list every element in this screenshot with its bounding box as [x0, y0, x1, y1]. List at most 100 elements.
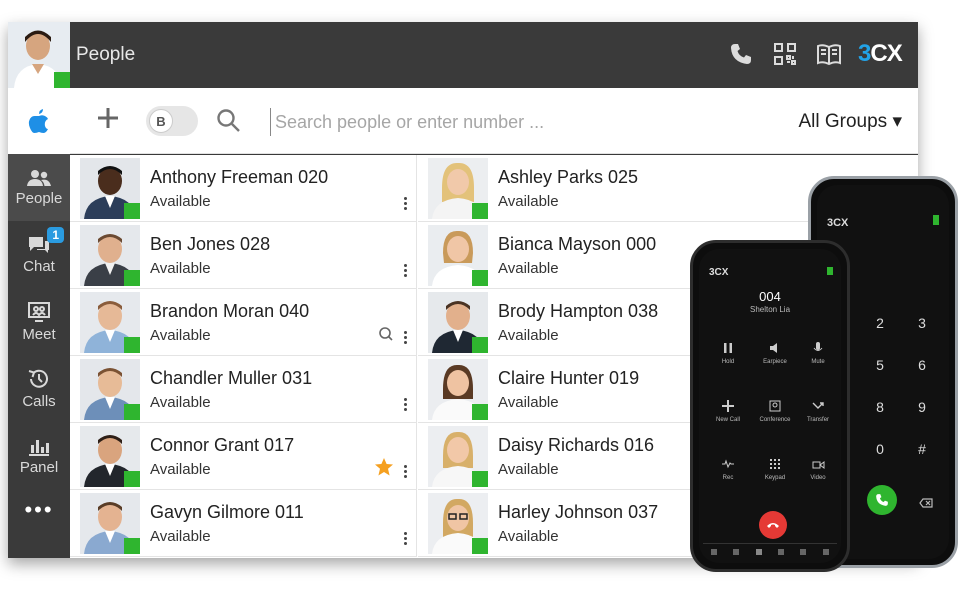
contact-avatar: [80, 158, 140, 219]
dial-key[interactable]: 0: [867, 441, 893, 457]
dial-key[interactable]: 6: [909, 357, 935, 373]
contact-row[interactable]: Brandon Moran 040 Available: [70, 289, 417, 356]
presence-indicator: [124, 471, 140, 487]
contact-status: Available: [150, 461, 211, 478]
presence-indicator: [933, 215, 939, 225]
user-avatar[interactable]: [8, 22, 70, 88]
sidebar-item-label: People: [15, 189, 63, 207]
plus-icon: [98, 108, 118, 128]
contact-status: Available: [150, 394, 211, 411]
phone-brand: 3CX: [709, 267, 729, 278]
presence-indicator: [472, 270, 488, 286]
search-icon[interactable]: [216, 108, 242, 139]
contact-avatar: [80, 426, 140, 487]
contact-status: Available: [498, 394, 559, 411]
presence-indicator: [124, 203, 140, 219]
dial-key[interactable]: 5: [867, 357, 893, 373]
more-options-icon[interactable]: [402, 396, 408, 414]
toolbar: B All Groups ▾: [70, 88, 918, 154]
contact-row[interactable]: Connor Grant 017 Available: [70, 423, 417, 490]
new-call-button[interactable]: New Call: [713, 399, 743, 423]
sidebar-item-calls[interactable]: Calls: [8, 355, 70, 422]
dial-key[interactable]: 9: [909, 399, 935, 415]
contact-avatar: [80, 292, 140, 353]
contact-status: Available: [498, 461, 559, 478]
contact-row[interactable]: Chandler Muller 031 Available: [70, 356, 417, 423]
dial-key[interactable]: 8: [867, 399, 893, 415]
sidebar-item-label: Calls: [22, 392, 56, 410]
tab-icon[interactable]: [800, 548, 807, 555]
toggle-knob: B: [149, 109, 173, 133]
presence-indicator: [124, 337, 140, 353]
more-options-icon[interactable]: [402, 195, 408, 213]
contact-status: Available: [150, 528, 211, 545]
more-options-icon[interactable]: [402, 463, 408, 481]
presence-indicator: [472, 203, 488, 219]
favorite-star-icon[interactable]: [374, 457, 394, 482]
answer-call-button[interactable]: [867, 485, 897, 515]
search-icon[interactable]: [378, 326, 394, 347]
contact-name: Ashley Parks 025: [498, 167, 639, 187]
more-options-icon[interactable]: [402, 530, 408, 548]
contact-avatar: [428, 225, 488, 286]
tab-icon[interactable]: [733, 548, 740, 555]
contact-row[interactable]: Gavyn Gilmore 011 Available: [70, 490, 417, 557]
business-toggle[interactable]: B: [146, 106, 198, 136]
keypad-button[interactable]: Keypad: [761, 457, 789, 481]
meet-icon: [28, 301, 50, 322]
groups-dropdown[interactable]: All Groups ▾: [798, 110, 902, 133]
hold-button[interactable]: Hold: [717, 341, 739, 365]
phone-brand: 3CX: [827, 217, 849, 229]
backspace-icon[interactable]: [919, 495, 933, 513]
tab-icon[interactable]: [711, 548, 718, 555]
contact-row[interactable]: Ben Jones 028 Available: [70, 222, 417, 289]
earpiece-button[interactable]: Earpiece: [761, 341, 789, 365]
sidebar-item-meet[interactable]: Meet: [8, 288, 70, 355]
phone-screen: 3CX 004 Shelton Lia Hold Earpiece Mute N…: [699, 249, 841, 563]
presence-indicator: [472, 471, 488, 487]
contact-name: Harley Johnson 037: [498, 502, 659, 522]
contact-avatar: [428, 359, 488, 420]
page-title: People: [76, 44, 136, 65]
call-number: 004: [759, 289, 781, 304]
conference-button[interactable]: Conference: [759, 399, 791, 423]
add-contact-button[interactable]: [96, 104, 120, 138]
record-button[interactable]: Rec: [717, 457, 739, 481]
tab-icon[interactable]: [778, 548, 785, 555]
presence-indicator: [472, 538, 488, 554]
sidebar-item-panel[interactable]: Panel: [8, 422, 70, 489]
sidebar-item-people[interactable]: People: [8, 154, 70, 221]
book-icon[interactable]: [814, 36, 844, 72]
phone-call-mockup: 3CX 004 Shelton Lia Hold Earpiece Mute N…: [690, 240, 850, 572]
people-icon: [27, 169, 51, 186]
unread-badge: 1: [47, 227, 64, 243]
video-button[interactable]: Video: [805, 457, 831, 481]
mute-button[interactable]: Mute: [807, 341, 829, 365]
more-menu-button[interactable]: •••: [8, 497, 70, 523]
contact-avatar: [428, 158, 488, 219]
more-options-icon[interactable]: [402, 329, 408, 347]
contact-name: Daisy Richards 016: [498, 435, 655, 455]
tab-icon[interactable]: [822, 548, 829, 555]
dial-key[interactable]: 2: [867, 315, 893, 331]
presence-indicator: [827, 267, 833, 275]
contact-row[interactable]: Anthony Freeman 020 Available: [70, 155, 417, 222]
sidebar-item-label: Panel: [19, 458, 59, 476]
apple-logo-area[interactable]: [8, 88, 70, 154]
contact-name: Chandler Muller 031: [150, 368, 313, 388]
phone-icon[interactable]: [726, 36, 756, 72]
dial-key[interactable]: #: [909, 441, 935, 457]
tab-icon[interactable]: [755, 548, 762, 555]
contact-avatar: [80, 225, 140, 286]
more-options-icon[interactable]: [402, 262, 408, 280]
hang-up-button[interactable]: [759, 511, 787, 539]
caller-name: Shelton Lia: [749, 305, 791, 314]
contact-status: Available: [498, 528, 559, 545]
search-input[interactable]: [270, 108, 650, 136]
phone-down-icon: [767, 523, 779, 528]
dial-key[interactable]: 3: [909, 315, 935, 331]
qr-code-icon[interactable]: [770, 36, 800, 72]
transfer-button[interactable]: Transfer: [803, 399, 833, 423]
sidebar-item-chat[interactable]: Chat 1: [8, 221, 70, 288]
contact-avatar: [80, 493, 140, 554]
